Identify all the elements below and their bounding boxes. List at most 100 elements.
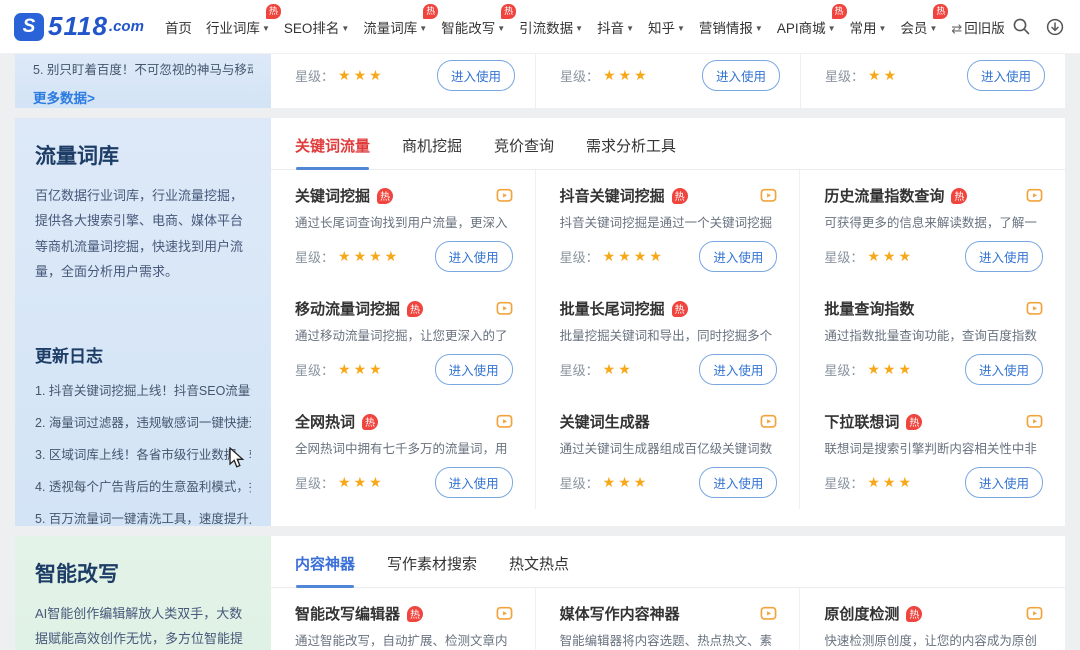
more-data-link[interactable]: 更多数据> bbox=[33, 87, 253, 107]
enter-tool-button[interactable]: 进入使用 bbox=[435, 241, 513, 272]
video-tutorial-icon[interactable] bbox=[760, 188, 777, 203]
chevron-down-icon: ▼ bbox=[828, 24, 836, 33]
nav-item-industry-lexicon[interactable]: 行业词库▼热 bbox=[206, 9, 270, 45]
tool-card-description: 抖音关键词挖掘是通过一个关键词挖掘出海量相关抖音关键词，并提供抖音指数、头条指数… bbox=[560, 213, 778, 237]
video-tutorial-icon[interactable] bbox=[496, 606, 513, 621]
tool-card-description: 联想词是搜索引擎判断内容相关性中非常重要的一部分，5118改变了以往我们一个个下… bbox=[824, 439, 1043, 463]
update-log-item[interactable]: 2. 海量词过滤器，违规敏感词一键快捷过滤 bbox=[35, 412, 251, 431]
star-rating: ★★★ bbox=[603, 474, 650, 491]
hot-badge: 热 bbox=[672, 301, 688, 317]
tool-card-title[interactable]: 批量长尾词挖掘 bbox=[560, 298, 665, 319]
section2-main: 关键词流量 商机挖掘 竞价查询 需求分析工具 关键词挖掘热 通过长尾词查询找到用… bbox=[271, 118, 1065, 526]
enter-tool-button[interactable]: 进入使用 bbox=[702, 60, 780, 91]
nav-item-frequently-used[interactable]: 常用▼ bbox=[850, 9, 887, 45]
tool-card-title[interactable]: 关键词挖掘 bbox=[295, 185, 370, 206]
star-rating: ★★★ bbox=[603, 67, 650, 84]
tab-business-mining[interactable]: 商机挖掘 bbox=[402, 135, 462, 169]
video-tutorial-icon[interactable] bbox=[760, 606, 777, 621]
update-log-item[interactable]: 4. 透视每个广告背后的生意盈利模式，挖掘... bbox=[35, 476, 251, 495]
hot-badge: 热 bbox=[906, 606, 922, 622]
update-log-item[interactable]: 5. 别只盯着百度！不可忽视的神马与移动搜流... bbox=[33, 59, 253, 78]
swap-arrows-icon: ⇄ bbox=[951, 21, 962, 36]
tool-card-description: 通过移动流量词挖掘，让您更深入的了解用户需求，提高网站流量 bbox=[295, 326, 513, 350]
tool-card-title[interactable]: 下拉联想词 bbox=[824, 411, 899, 432]
enter-tool-button[interactable]: 进入使用 bbox=[967, 60, 1045, 91]
tool-card-description: 智能编辑器将内容选题、热点热文、素材搜索、智能改写、违规检测、样式排版等新媒体从… bbox=[560, 631, 778, 650]
tool-card-title[interactable]: 抖音关键词挖掘 bbox=[560, 185, 665, 206]
tab-content-tools[interactable]: 内容神器 bbox=[295, 553, 355, 587]
nav-item-api-store[interactable]: API商城▼热 bbox=[777, 9, 836, 45]
video-tutorial-icon[interactable] bbox=[496, 301, 513, 316]
tool-card: 批量长尾词挖掘热 批量挖掘关键词和导出，同时挖掘多个关键词，一键导出多个关键词数… bbox=[536, 283, 801, 396]
video-tutorial-icon[interactable] bbox=[496, 188, 513, 203]
enter-tool-button[interactable]: 进入使用 bbox=[699, 467, 777, 498]
tool-card: 媒体写作内容神器 智能编辑器将内容选题、热点热文、素材搜索、智能改写、违规检测、… bbox=[536, 588, 801, 650]
tool-card-title[interactable]: 智能改写编辑器 bbox=[295, 603, 400, 624]
tool-card: 智能改写编辑器热 通过智能改写，自动扩展、检测文章内容，快速提高网站收录 bbox=[271, 588, 536, 650]
nav-item-lead-generation-data[interactable]: 引流数据▼ bbox=[519, 9, 583, 45]
nav-item-home[interactable]: 首页 bbox=[165, 9, 192, 45]
update-log-item[interactable]: 5. 百万流量词一键清洗工具，速度提升几十... bbox=[35, 508, 251, 526]
chevron-down-icon: ▼ bbox=[575, 24, 583, 33]
hot-badge: 热 bbox=[933, 4, 948, 19]
star-rating: ★★★★ bbox=[603, 248, 665, 265]
hot-badge: 热 bbox=[266, 4, 281, 19]
update-log-item[interactable]: 3. 区域词库上线！各省市级行业数据，轻松... bbox=[35, 444, 251, 463]
hot-badge: 热 bbox=[672, 188, 688, 204]
tab-hot-articles[interactable]: 热文热点 bbox=[509, 553, 569, 587]
tool-card-title[interactable]: 原创度检测 bbox=[824, 603, 899, 624]
tool-card-title[interactable]: 全网热词 bbox=[295, 411, 355, 432]
download-icon[interactable] bbox=[1045, 17, 1065, 37]
tool-card-title[interactable]: 关键词生成器 bbox=[560, 411, 650, 432]
nav-item-marketing-intel[interactable]: 营销情报▼ bbox=[699, 9, 763, 45]
enter-tool-button[interactable]: 进入使用 bbox=[435, 354, 513, 385]
section-traffic-lexicon: 流量词库 百亿数据行业词库，行业流量挖掘，提供各大搜索引擎、电商、媒体平台等商机… bbox=[15, 118, 1065, 526]
tab-bidding-query[interactable]: 竞价查询 bbox=[494, 135, 554, 169]
enter-tool-button[interactable]: 进入使用 bbox=[699, 241, 777, 272]
search-icon[interactable] bbox=[1012, 17, 1032, 37]
section3-main: 内容神器 写作素材搜索 热文热点 智能改写编辑器热 通过智能改写，自动扩展、检测… bbox=[271, 536, 1065, 650]
enter-tool-button[interactable]: 进入使用 bbox=[437, 60, 515, 91]
nav-item-membership[interactable]: 会员▼热 bbox=[900, 9, 937, 45]
tool-card: 星级：★★ 进入使用 bbox=[801, 54, 1065, 108]
video-tutorial-icon[interactable] bbox=[1026, 188, 1043, 203]
nav-item-old-version[interactable]: ⇄回旧版 bbox=[951, 9, 1004, 45]
tool-card-description: 通过长尾词查询找到用户流量，更深入的了解用户需求 bbox=[295, 213, 513, 237]
enter-tool-button[interactable]: 进入使用 bbox=[435, 467, 513, 498]
update-log-item[interactable]: 1. 抖音关键词挖掘上线！抖音SEO流量聚焦... bbox=[35, 380, 251, 399]
logo-text: 5118 bbox=[48, 11, 108, 42]
tool-card-title[interactable]: 历史流量指数查询 bbox=[824, 185, 944, 206]
video-tutorial-icon[interactable] bbox=[760, 414, 777, 429]
tool-card-title[interactable]: 移动流量词挖掘 bbox=[295, 298, 400, 319]
nav-item-traffic-lexicon[interactable]: 流量词库▼热 bbox=[363, 9, 427, 45]
section-description: 百亿数据行业词库，行业流量挖掘，提供各大搜索引擎、电商、媒体平台等商机流量词挖掘… bbox=[35, 183, 251, 284]
hot-badge: 热 bbox=[407, 606, 423, 622]
hot-badge: 热 bbox=[407, 301, 423, 317]
enter-tool-button[interactable]: 进入使用 bbox=[699, 354, 777, 385]
section2-card-grid: 关键词挖掘热 通过长尾词查询找到用户流量，更深入的了解用户需求 星级：★★★★进… bbox=[271, 170, 1065, 509]
video-tutorial-icon[interactable] bbox=[1026, 606, 1043, 621]
enter-tool-button[interactable]: 进入使用 bbox=[965, 354, 1043, 385]
tab-keyword-traffic[interactable]: 关键词流量 bbox=[295, 135, 370, 169]
site-logo[interactable]: S 5118 .com bbox=[14, 11, 144, 42]
nav-item-douyin[interactable]: 抖音▼ bbox=[597, 9, 634, 45]
tool-card: 历史流量指数查询热 可获得更多的信息来解读数据，了解一个词的整体走势，全面掌握历… bbox=[800, 170, 1065, 283]
tool-card-title[interactable]: 批量查询指数 bbox=[824, 298, 914, 319]
enter-tool-button[interactable]: 进入使用 bbox=[965, 467, 1043, 498]
nav-item-smart-rewrite[interactable]: 智能改写▼热 bbox=[441, 9, 505, 45]
nav-item-seo-ranking[interactable]: SEO排名▼ bbox=[284, 9, 349, 45]
video-tutorial-icon[interactable] bbox=[496, 414, 513, 429]
enter-tool-button[interactable]: 进入使用 bbox=[965, 241, 1043, 272]
video-tutorial-icon[interactable] bbox=[1026, 414, 1043, 429]
tool-card: 批量查询指数 通过指数批量查询功能，查询百度指数和竞价参数，提高排名工作效率 星… bbox=[800, 283, 1065, 396]
nav-item-zhihu[interactable]: 知乎▼ bbox=[648, 9, 685, 45]
tab-writing-material-search[interactable]: 写作素材搜索 bbox=[387, 553, 477, 587]
main-menu: 首页 行业词库▼热 SEO排名▼ 流量词库▼热 智能改写▼热 引流数据▼ 抖音▼… bbox=[158, 9, 1012, 45]
video-tutorial-icon[interactable] bbox=[1026, 301, 1043, 316]
chevron-down-icon: ▼ bbox=[341, 24, 349, 33]
section-title: 智能改写 bbox=[35, 558, 251, 588]
section2-sidebar: 流量词库 百亿数据行业词库，行业流量挖掘，提供各大搜索引擎、电商、媒体平台等商机… bbox=[15, 118, 271, 526]
tool-card-title[interactable]: 媒体写作内容神器 bbox=[560, 603, 680, 624]
tab-demand-analysis[interactable]: 需求分析工具 bbox=[586, 135, 676, 169]
star-rating-label: 星级： bbox=[825, 66, 864, 85]
